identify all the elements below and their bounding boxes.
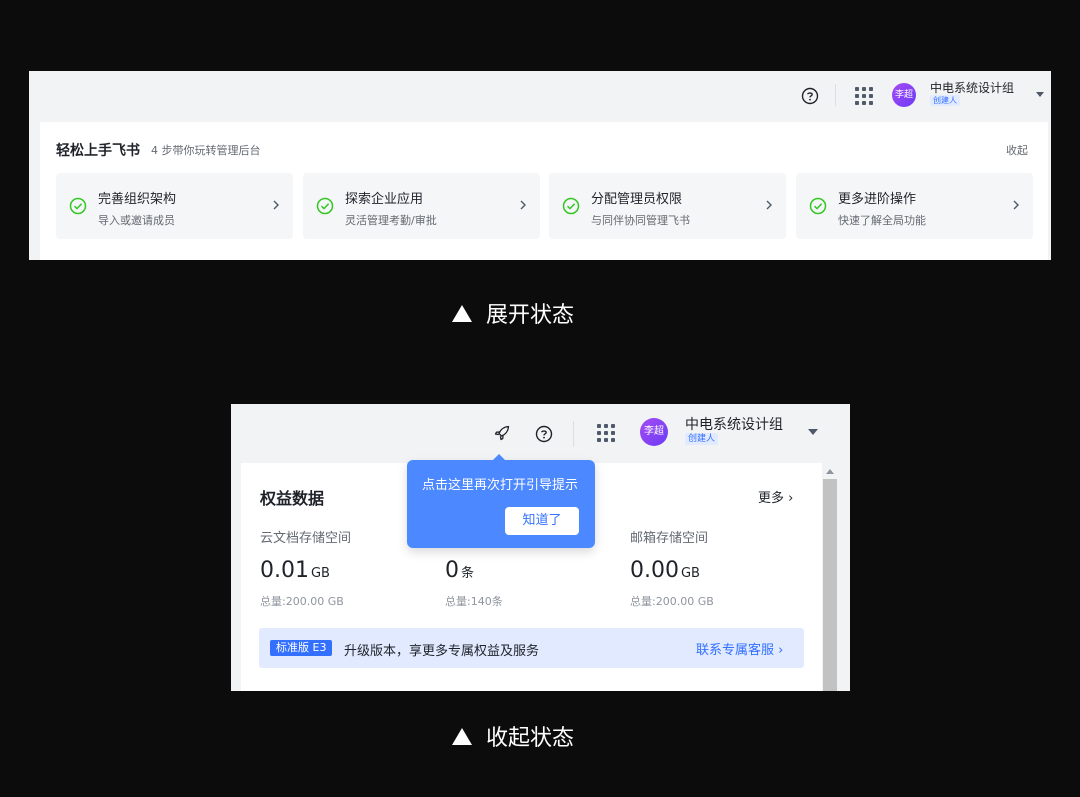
scroll-up-icon[interactable] bbox=[826, 469, 834, 474]
stat-total: 总量:200.00 GB bbox=[260, 595, 344, 608]
step-card-enterprise-apps[interactable]: 探索企业应用 灵活管理考勤/审批 bbox=[303, 173, 540, 239]
scroll-thumb[interactable] bbox=[823, 479, 837, 691]
stat-total: 总量:140条 bbox=[445, 595, 503, 608]
step-card-admin-permissions[interactable]: 分配管理员权限 与同伴协同管理飞书 bbox=[549, 173, 786, 239]
stat-label: 邮箱存储空间 bbox=[630, 531, 709, 546]
got-it-button[interactable]: 知道了 bbox=[505, 507, 579, 535]
org-name[interactable]: 中电系统设计组 bbox=[930, 79, 1014, 96]
caption-expanded: 展开状态 bbox=[452, 297, 574, 329]
org-name[interactable]: 中电系统设计组 bbox=[685, 414, 783, 434]
help-icon[interactable] bbox=[535, 425, 553, 443]
chevron-right-icon bbox=[1013, 200, 1019, 210]
step-title: 完善组织架构 bbox=[98, 192, 177, 207]
check-circle-icon bbox=[316, 197, 334, 215]
expanded-screenshot: 李超 中电系统设计组 创建人 轻松上手飞书 4 步带你玩转管理后台 收起 完善组… bbox=[29, 71, 1051, 260]
stat-unit: GB bbox=[680, 566, 700, 581]
step-desc: 灵活管理考勤/审批 bbox=[345, 214, 437, 227]
step-title: 更多进阶操作 bbox=[838, 192, 917, 207]
guide-reopen-popover: 点击这里再次打开引导提示 知道了 bbox=[407, 454, 595, 548]
stat-number: 0.01 bbox=[260, 558, 309, 583]
triangle-icon bbox=[452, 304, 472, 322]
check-circle-icon bbox=[69, 197, 87, 215]
guide-title: 轻松上手飞书 bbox=[56, 143, 140, 159]
section-title: 权益数据 bbox=[260, 489, 325, 508]
caption-collapsed: 收起状态 bbox=[452, 720, 574, 752]
guide-subtitle: 4 步带你玩转管理后台 bbox=[151, 144, 261, 157]
avatar[interactable]: 李超 bbox=[892, 83, 916, 107]
more-link[interactable]: 更多 › bbox=[758, 487, 793, 506]
chevron-right-icon bbox=[273, 200, 279, 210]
step-desc: 导入或邀请成员 bbox=[98, 214, 175, 227]
rocket-icon[interactable] bbox=[493, 424, 511, 442]
popover-arrow bbox=[493, 454, 505, 460]
avatar[interactable]: 李超 bbox=[640, 418, 668, 446]
chevron-down-icon[interactable] bbox=[1036, 92, 1044, 97]
step-title: 分配管理员权限 bbox=[591, 192, 683, 207]
chevron-down-icon[interactable] bbox=[808, 429, 818, 435]
collapse-button[interactable]: 收起 bbox=[1006, 142, 1028, 158]
chevron-right-icon bbox=[766, 200, 772, 210]
stat-total: 总量:200.00 GB bbox=[630, 595, 714, 608]
stat-value: 0条 bbox=[445, 558, 474, 583]
divider bbox=[835, 84, 836, 106]
top-bar: 李超 中电系统设计组 创建人 bbox=[29, 71, 1051, 119]
stat-value: 0.01 GB bbox=[260, 558, 330, 583]
role-tag: 创建人 bbox=[685, 433, 719, 445]
onboarding-guide-panel: 轻松上手飞书 4 步带你玩转管理后台 收起 完善组织架构 导入或邀请成员 探索企… bbox=[40, 122, 1048, 260]
triangle-icon bbox=[452, 727, 472, 745]
contact-support-link[interactable]: 联系专属客服 › bbox=[696, 639, 783, 658]
check-circle-icon bbox=[562, 197, 580, 215]
role-tag: 创建人 bbox=[930, 95, 960, 106]
scrollbar[interactable] bbox=[823, 463, 837, 691]
stat-unit: 条 bbox=[461, 566, 475, 581]
step-card-advanced-actions[interactable]: 更多进阶操作 快速了解全局功能 bbox=[796, 173, 1033, 239]
upgrade-banner: 标准版 E3 升级版本，享更多专属权益及服务 联系专属客服 › bbox=[259, 628, 804, 668]
upgrade-text: 升级版本，享更多专属权益及服务 bbox=[344, 644, 540, 659]
stat-value: 0.00 GB bbox=[630, 558, 700, 583]
stat-number: 0 bbox=[445, 558, 459, 583]
popover-text: 点击这里再次打开引导提示 bbox=[422, 478, 579, 493]
collapsed-screenshot: 李超 中电系统设计组 创建人 权益数据 更多 › 云文档存储空间 0.01 GB … bbox=[231, 404, 850, 691]
divider bbox=[573, 421, 574, 447]
caption-text: 收起状态 bbox=[486, 726, 575, 751]
app-grid-icon[interactable] bbox=[597, 424, 615, 442]
caption-text: 展开状态 bbox=[486, 303, 575, 328]
check-circle-icon bbox=[809, 197, 827, 215]
step-title: 探索企业应用 bbox=[345, 192, 424, 207]
step-desc: 快速了解全局功能 bbox=[838, 214, 926, 227]
version-badge: 标准版 E3 bbox=[270, 640, 333, 656]
stat-number: 0.00 bbox=[630, 558, 679, 583]
step-card-org-structure[interactable]: 完善组织架构 导入或邀请成员 bbox=[56, 173, 293, 239]
step-desc: 与同伴协同管理飞书 bbox=[591, 214, 690, 227]
stat-label: 云文档存储空间 bbox=[260, 531, 352, 546]
help-icon[interactable] bbox=[801, 87, 819, 105]
app-grid-icon[interactable] bbox=[855, 87, 873, 105]
stat-unit: GB bbox=[310, 566, 330, 581]
chevron-right-icon bbox=[520, 200, 526, 210]
